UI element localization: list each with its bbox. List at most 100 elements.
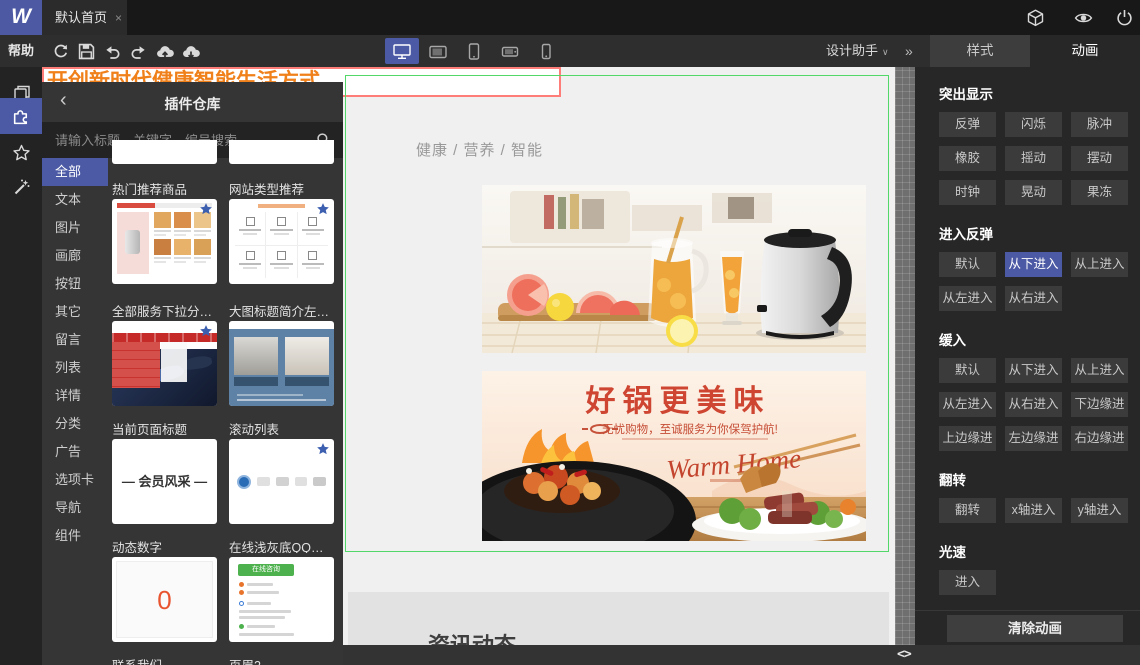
plugin-card-partial[interactable]: [229, 140, 334, 164]
category-gallery[interactable]: 画廊: [42, 242, 108, 270]
category-all[interactable]: 全部: [42, 158, 108, 186]
plugin-item-dynamic-number[interactable]: 动态数字 0: [112, 537, 217, 642]
category-text[interactable]: 文本: [42, 186, 108, 214]
category-other[interactable]: 其它: [42, 298, 108, 326]
category-tabs[interactable]: 选项卡: [42, 466, 108, 494]
hero-subtitle[interactable]: 健康 / 营养 / 智能: [416, 139, 543, 160]
anim-button[interactable]: 左边缘进: [1005, 426, 1062, 451]
plugin-thumbnail[interactable]: 0: [112, 557, 217, 642]
cloud-upload-icon[interactable]: [156, 43, 174, 60]
kettle-photo[interactable]: [482, 185, 866, 354]
category-nav[interactable]: 导航: [42, 494, 108, 522]
anim-button[interactable]: 翻转: [939, 498, 996, 523]
anim-button[interactable]: 闪烁: [1005, 112, 1062, 137]
plugin-thumbnail[interactable]: [229, 199, 334, 284]
redo-icon[interactable]: [130, 43, 147, 60]
anim-button[interactable]: 默认: [939, 358, 996, 383]
anim-button[interactable]: 下边缘进: [1071, 392, 1128, 417]
tab-animation[interactable]: 动画: [1030, 35, 1140, 67]
anim-button[interactable]: 从上进入: [1071, 252, 1128, 277]
sidebar-item-wizard[interactable]: [0, 170, 42, 204]
favorite-star-icon[interactable]: [316, 202, 330, 221]
code-view-icon[interactable]: <>: [897, 647, 912, 662]
anim-button[interactable]: 从左进入: [939, 286, 996, 311]
category-detail[interactable]: 详情: [42, 382, 108, 410]
save-icon[interactable]: [78, 43, 95, 60]
undo-icon[interactable]: [104, 43, 121, 60]
anim-button[interactable]: 果冻: [1071, 180, 1128, 205]
plugin-thumbnail[interactable]: 在线咨询: [229, 557, 334, 642]
sidebar-item-plugins[interactable]: [0, 98, 42, 134]
device-tablet-landscape-button[interactable]: [421, 38, 455, 64]
widgets-cube-icon[interactable]: [1026, 9, 1046, 27]
clear-animation-button[interactable]: 清除动画: [947, 615, 1123, 642]
anim-button-active[interactable]: 从下进入: [1005, 252, 1062, 277]
category-image[interactable]: 图片: [42, 214, 108, 242]
plugin-card-partial[interactable]: [112, 140, 217, 164]
anim-button[interactable]: 从上进入: [1071, 358, 1128, 383]
anim-button[interactable]: 从右进入: [1005, 392, 1062, 417]
plugin-thumbnail[interactable]: [112, 321, 217, 406]
design-assistant-dropdown[interactable]: 设计助手 ∨: [826, 35, 889, 68]
anim-button[interactable]: 摆动: [1071, 146, 1128, 171]
anim-button[interactable]: 进入: [939, 570, 996, 595]
tab-close-icon[interactable]: ×: [115, 11, 122, 25]
plugin-thumbnail[interactable]: [229, 321, 334, 406]
category-ad[interactable]: 广告: [42, 438, 108, 466]
plugin-item-scrolling-list[interactable]: 滚动列表: [229, 419, 334, 524]
cloud-download-icon[interactable]: [182, 43, 200, 60]
plugin-thumbnail[interactable]: [112, 199, 217, 284]
anim-button[interactable]: 脉冲: [1071, 112, 1128, 137]
category-list[interactable]: 列表: [42, 354, 108, 382]
app-logo[interactable]: W: [0, 0, 42, 35]
more-chevron-icon[interactable]: »: [905, 35, 913, 67]
plugin-item-header2[interactable]: 页眉2: [229, 655, 334, 665]
anim-button[interactable]: 从下进入: [1005, 358, 1062, 383]
plugin-thumbnail[interactable]: [229, 439, 334, 524]
help-button[interactable]: 帮助: [8, 35, 34, 67]
anim-button[interactable]: 从右进入: [1005, 286, 1062, 311]
refresh-icon[interactable]: [52, 43, 69, 60]
anim-button[interactable]: 时钟: [939, 180, 996, 205]
category-components[interactable]: 组件: [42, 522, 108, 550]
thumb-art: [112, 342, 161, 388]
device-phone-portrait-button[interactable]: [529, 38, 563, 64]
anim-button[interactable]: 晃动: [1005, 180, 1062, 205]
wok-banner-photo[interactable]: 好锅更美味 无忧购物，至诚服务为你保驾护航! Warm Home: [452, 371, 872, 581]
anim-button[interactable]: 橡胶: [939, 146, 996, 171]
anim-button[interactable]: 摇动: [1005, 146, 1062, 171]
preview-eye-icon[interactable]: [1074, 9, 1094, 27]
anim-button[interactable]: 从左进入: [939, 392, 996, 417]
plugin-item-big-image-slider[interactable]: 大图标题简介左右切...: [229, 301, 334, 406]
favorite-star-icon[interactable]: [316, 442, 330, 461]
anim-button[interactable]: 反弹: [939, 112, 996, 137]
plugin-thumbnail[interactable]: — 会员风采 —: [112, 439, 217, 524]
news-section[interactable]: 资讯动态: [348, 592, 889, 645]
anim-button[interactable]: 右边缘进: [1071, 426, 1128, 451]
favorite-star-icon[interactable]: [199, 202, 213, 221]
anim-button[interactable]: y轴进入: [1071, 498, 1128, 523]
left-sidebar: [0, 67, 42, 665]
an im-button[interactable]: 默认: [939, 252, 996, 277]
plugin-item-dropdown-category[interactable]: 全部服务下拉分类带...: [112, 301, 217, 406]
sidebar-item-favorites[interactable]: [0, 136, 42, 170]
power-icon[interactable]: [1115, 9, 1135, 27]
plugin-item-page-title[interactable]: 当前页面标题 — 会员风采 —: [112, 419, 217, 524]
plugin-item-qq-service[interactable]: 在线浅灰底QQ客服 在线咨询: [229, 537, 334, 642]
plugin-item-contact-us[interactable]: 联系我们: [112, 655, 217, 665]
device-desktop-button[interactable]: [385, 38, 419, 64]
category-button[interactable]: 按钮: [42, 270, 108, 298]
tab-style[interactable]: 样式: [930, 35, 1030, 67]
favorite-star-icon[interactable]: [199, 324, 213, 343]
star-icon: [12, 144, 30, 161]
device-phone-landscape-button[interactable]: [493, 38, 527, 64]
category-message[interactable]: 留言: [42, 326, 108, 354]
device-tablet-portrait-button[interactable]: [457, 38, 491, 64]
anim-button[interactable]: 上边缘进: [939, 426, 996, 451]
plugin-item-site-types[interactable]: 网站类型推荐: [229, 179, 334, 284]
anim-button[interactable]: x轴进入: [1005, 498, 1062, 523]
category-classify[interactable]: 分类: [42, 410, 108, 438]
plugin-item-hot-products[interactable]: 热门推荐商品: [112, 179, 217, 284]
canvas-scrollbar[interactable]: [895, 67, 915, 645]
page-tab[interactable]: 默认首页 ×: [42, 0, 127, 35]
